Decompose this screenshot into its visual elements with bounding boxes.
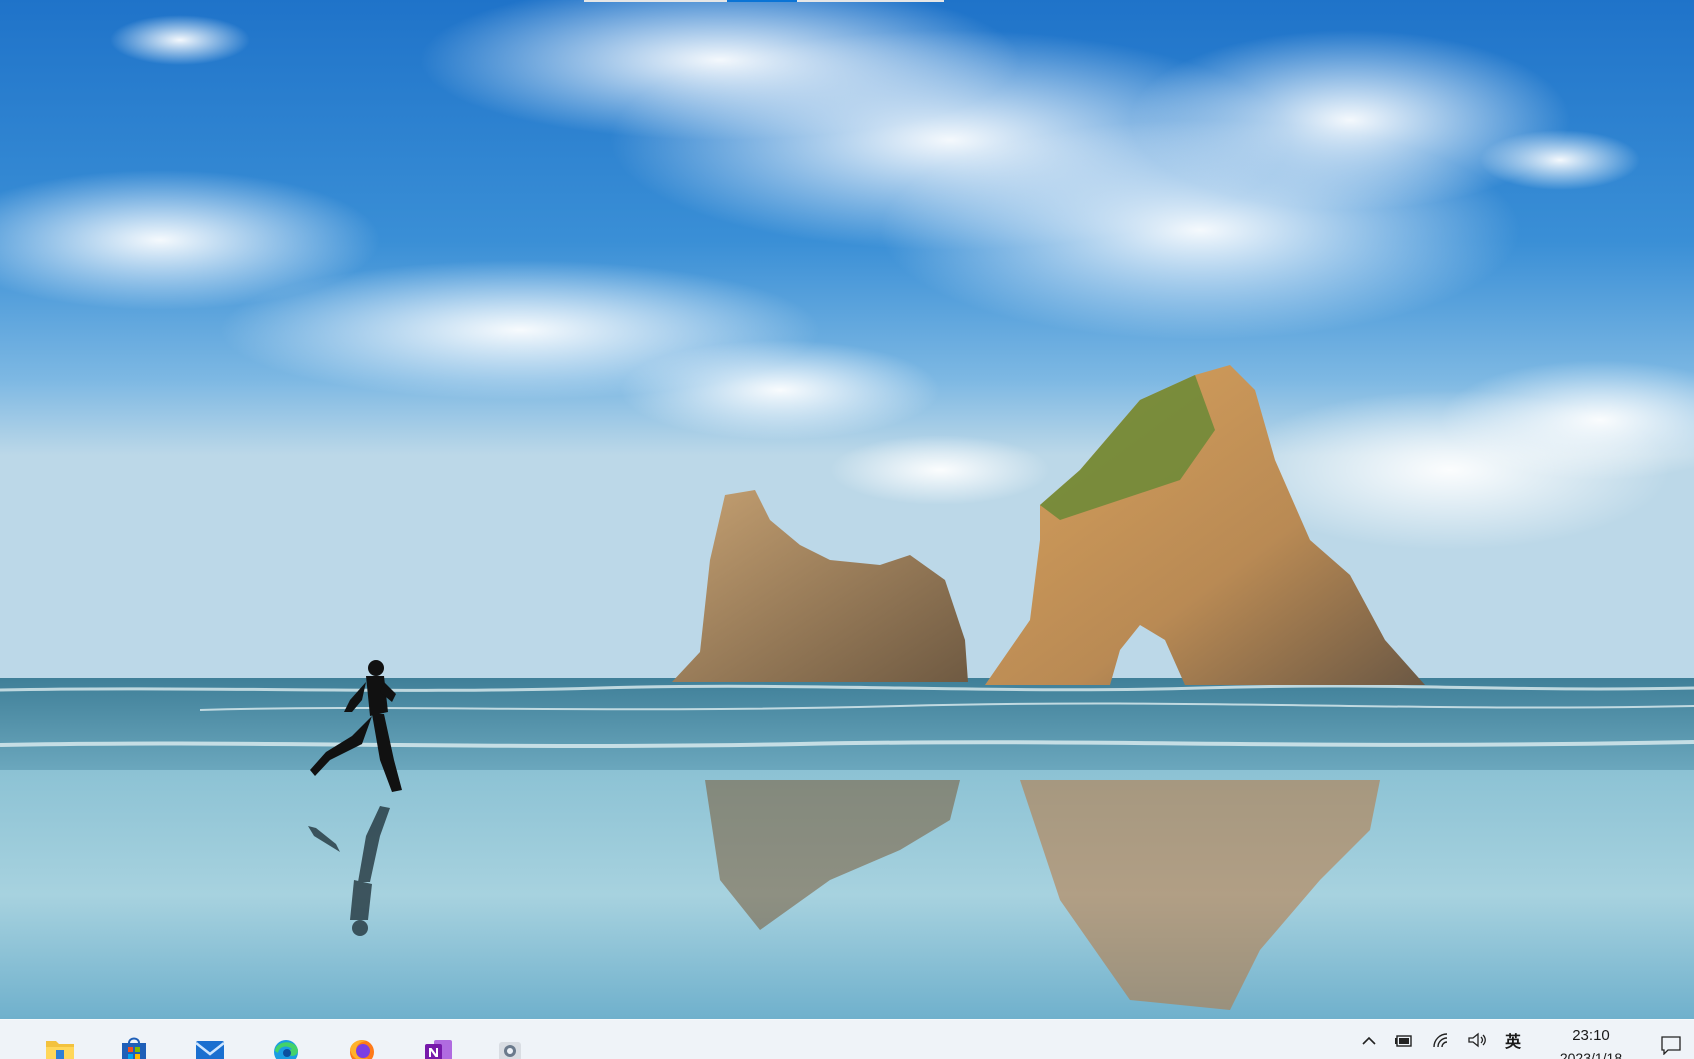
taskbar-edge[interactable] <box>264 1024 308 1059</box>
tray-network-button[interactable] <box>1430 1028 1454 1052</box>
wifi-icon <box>1433 1033 1448 1048</box>
wallpaper <box>0 0 1694 1020</box>
tray-battery-button[interactable] <box>1392 1028 1416 1052</box>
store-icon <box>122 1037 146 1059</box>
taskbar-firefox[interactable] <box>340 1024 384 1059</box>
app-icon <box>499 1042 521 1059</box>
notification-center-button[interactable] <box>1656 1032 1686 1058</box>
taskbar: 英 23:10 2023/1/18 <box>0 1019 1694 1059</box>
clock-time: 23:10 <box>1572 1027 1610 1044</box>
tray-volume-button[interactable] <box>1465 1028 1489 1052</box>
top-progress-bar <box>584 0 944 2</box>
chevron-up-icon <box>1362 1036 1376 1045</box>
folder-icon <box>46 1041 74 1059</box>
edge-icon <box>274 1040 298 1059</box>
taskbar-clock[interactable]: 23:10 2023/1/18 <box>1546 1025 1636 1059</box>
taskbar-mail[interactable] <box>188 1024 232 1059</box>
battery-icon <box>1395 1035 1412 1047</box>
show-hidden-icons-button[interactable] <box>1358 1028 1380 1052</box>
firefox-icon <box>350 1040 374 1059</box>
notification-icon <box>1661 1036 1681 1055</box>
desktop[interactable]: 英 23:10 2023/1/18 <box>0 0 1694 1059</box>
ime-indicator[interactable]: 英 <box>1500 1028 1526 1052</box>
onenote-icon <box>425 1040 452 1059</box>
taskbar-microsoft-store[interactable] <box>112 1024 156 1059</box>
speaker-icon <box>1468 1032 1486 1048</box>
top-progress-fill <box>727 0 797 2</box>
clock-date: 2023/1/18 <box>1559 1050 1623 1059</box>
mail-icon <box>195 1041 225 1059</box>
taskbar-onenote[interactable] <box>416 1024 460 1059</box>
taskbar-file-explorer[interactable] <box>38 1024 82 1059</box>
taskbar-unknown-app[interactable] <box>488 1024 532 1059</box>
